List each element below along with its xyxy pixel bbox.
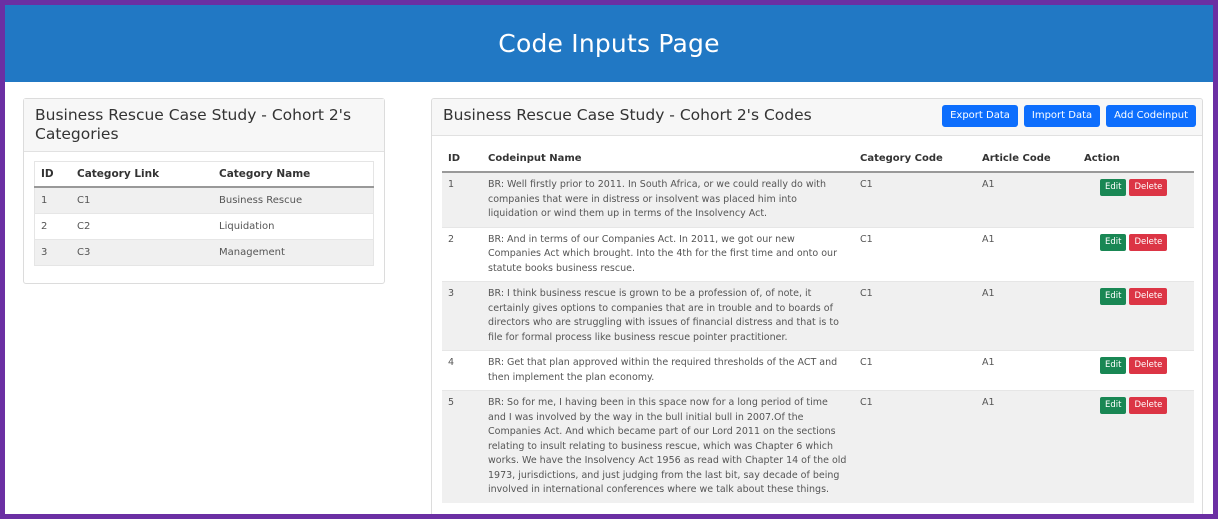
column-header-category-code: Category Code (854, 145, 976, 173)
categories-card: Business Rescue Case Study - Cohort 2's … (23, 98, 385, 284)
cell-id: 5 (442, 390, 482, 503)
codes-card: Business Rescue Case Study - Cohort 2's … (431, 98, 1203, 514)
categories-header-row: ID Category Link Category Name (34, 161, 374, 188)
table-row: 3 BR: I think business rescue is grown t… (442, 281, 1194, 351)
table-row: 4 BR: Get that plan approved within the … (442, 350, 1194, 391)
cell-action: Edit Delete (1078, 171, 1194, 227)
cell-codeinput-name: BR: Well firstly prior to 2011. In South… (482, 171, 854, 227)
cell-codeinput-name: BR: So for me, I having been in this spa… (482, 390, 854, 503)
cell-id: 1 (34, 186, 71, 214)
cell-article-code: A1 (976, 171, 1078, 227)
table-row: 2 C2 Liquidation (34, 213, 374, 240)
delete-button[interactable]: Delete (1129, 179, 1168, 196)
cell-codeinput-name: BR: Get that plan approved within the re… (482, 350, 854, 391)
delete-button[interactable]: Delete (1129, 233, 1168, 251)
cell-category-name: Management (213, 239, 374, 266)
column-header-category-link: Category Link (71, 161, 213, 188)
cell-category-link: C3 (71, 239, 213, 266)
delete-button[interactable]: Delete (1129, 357, 1168, 374)
cell-article-code: A1 (976, 281, 1078, 351)
add-codeinput-button[interactable]: Add Codeinput (1106, 105, 1196, 127)
export-data-button[interactable]: Export Data (942, 105, 1018, 127)
cell-category-code: C1 (854, 390, 976, 503)
cell-codeinput-name: BR: And in terms of our Companies Act. I… (482, 226, 854, 282)
cell-article-code: A1 (976, 226, 1078, 282)
column-header-category-name: Category Name (213, 161, 374, 188)
codes-table: ID Codeinput Name Category Code Article … (442, 145, 1194, 503)
table-row: 1 C1 Business Rescue (34, 186, 374, 214)
table-row: 3 C3 Management (34, 239, 374, 266)
cell-category-link: C1 (71, 186, 213, 214)
page-frame: Code Inputs Page Business Rescue Case St… (5, 5, 1213, 514)
cell-action: Edit Delete (1078, 226, 1194, 282)
cell-codeinput-name: BR: I think business rescue is grown to … (482, 281, 854, 351)
codes-card-header: Business Rescue Case Study - Cohort 2's … (432, 99, 1202, 136)
edit-button[interactable]: Edit (1100, 397, 1127, 414)
table-row: 1 BR: Well firstly prior to 2011. In Sou… (442, 171, 1194, 227)
table-row: 5 BR: So for me, I having been in this s… (442, 390, 1194, 503)
column-header-article-code: Article Code (976, 145, 1078, 173)
edit-button[interactable]: Edit (1100, 233, 1127, 251)
cell-category-link: C2 (71, 213, 213, 240)
codes-card-title: Business Rescue Case Study - Cohort 2's … (443, 106, 812, 124)
delete-button[interactable]: Delete (1129, 397, 1168, 414)
import-data-button[interactable]: Import Data (1023, 105, 1101, 127)
categories-table: ID Category Link Category Name 1 C1 Busi… (34, 161, 374, 266)
column-header-codeinput-name: Codeinput Name (482, 145, 854, 173)
edit-button[interactable]: Edit (1100, 288, 1127, 305)
cell-action: Edit Delete (1078, 281, 1194, 351)
edit-button[interactable]: Edit (1100, 179, 1127, 196)
page-header: Code Inputs Page (5, 5, 1213, 82)
cell-action: Edit Delete (1078, 390, 1194, 503)
delete-button[interactable]: Delete (1129, 288, 1168, 305)
categories-card-title: Business Rescue Case Study - Cohort 2's … (24, 99, 384, 152)
edit-button[interactable]: Edit (1100, 357, 1127, 374)
column-header-id: ID (442, 145, 482, 173)
cell-id: 4 (442, 350, 482, 391)
codes-header-row: ID Codeinput Name Category Code Article … (442, 145, 1194, 173)
cell-id: 3 (442, 281, 482, 351)
cell-article-code: A1 (976, 390, 1078, 503)
cell-category-name: Business Rescue (213, 186, 374, 214)
page-title: Code Inputs Page (498, 29, 720, 58)
cell-category-code: C1 (854, 226, 976, 282)
cell-id: 2 (442, 226, 482, 282)
cell-category-name: Liquidation (213, 213, 374, 240)
cell-category-code: C1 (854, 171, 976, 227)
table-row: 2 BR: And in terms of our Companies Act.… (442, 226, 1194, 282)
cell-id: 2 (34, 213, 71, 240)
cell-action: Edit Delete (1078, 350, 1194, 391)
cell-id: 3 (34, 239, 71, 266)
codes-toolbar: Export Data Import Data Add Codeinput (942, 105, 1196, 127)
column-header-action: Action (1078, 145, 1194, 173)
cell-id: 1 (442, 171, 482, 227)
cell-category-code: C1 (854, 281, 976, 351)
cell-category-code: C1 (854, 350, 976, 391)
column-header-id: ID (34, 161, 71, 188)
cell-article-code: A1 (976, 350, 1078, 391)
